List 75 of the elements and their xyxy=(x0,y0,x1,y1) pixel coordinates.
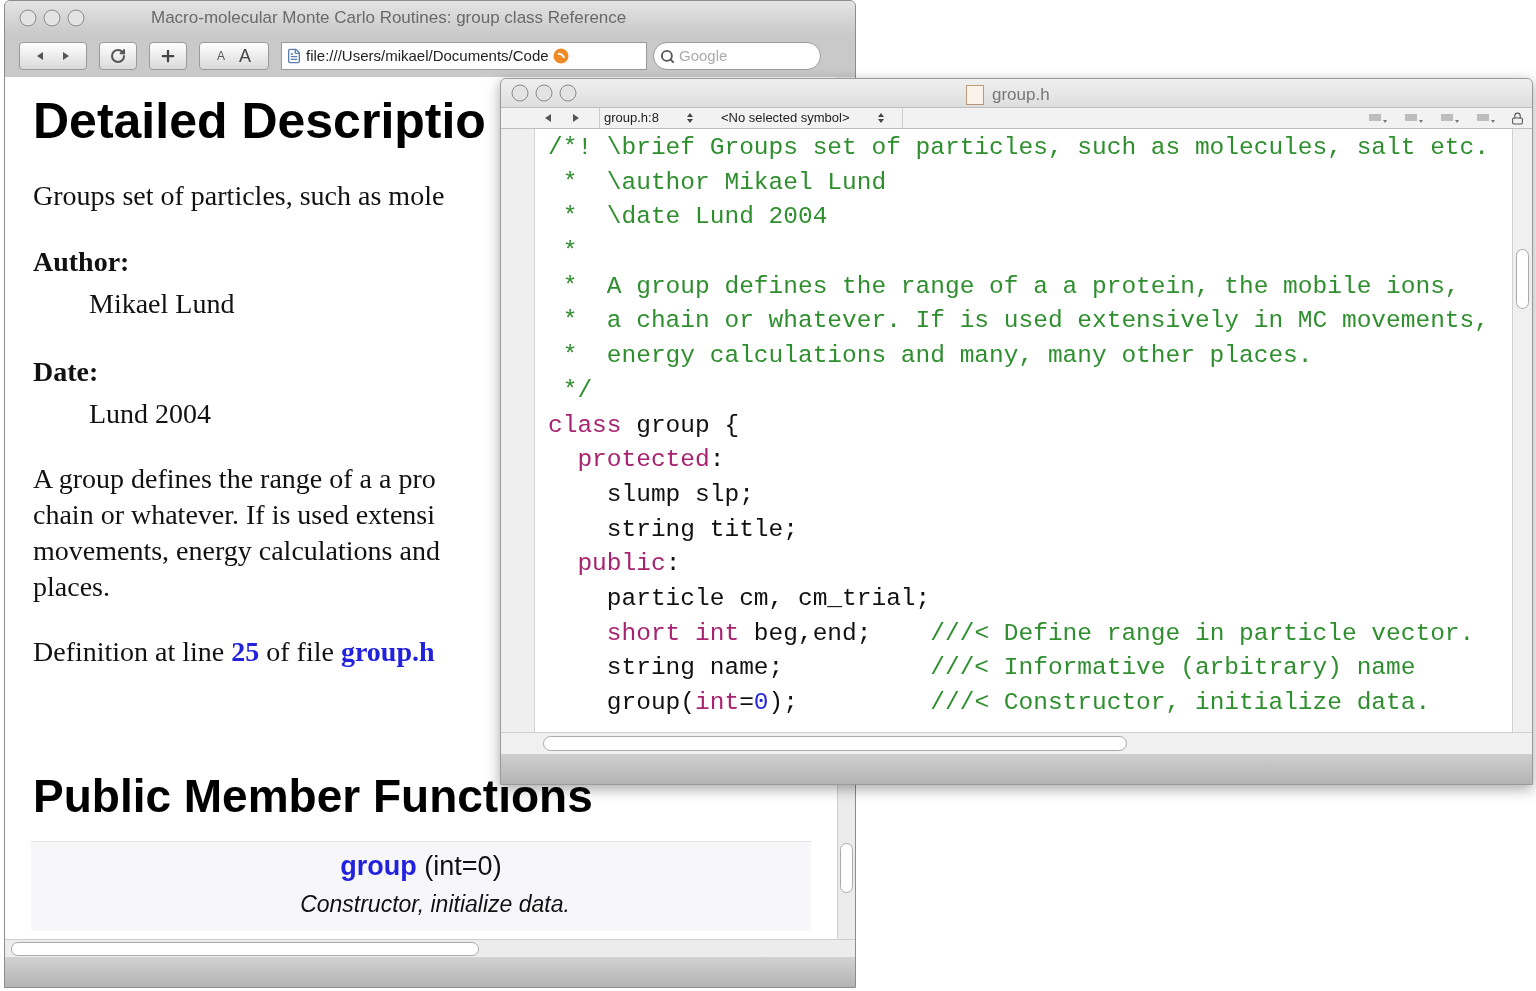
rss-icon[interactable] xyxy=(552,48,569,64)
member-link[interactable]: group xyxy=(340,851,417,881)
document-icon xyxy=(286,48,302,64)
text-bigger-button[interactable]: A xyxy=(239,42,251,70)
code-line: * A group defines the range of a a protein, the mobile ions, xyxy=(561,271,1460,302)
horizontal-scrollbar[interactable] xyxy=(501,732,1532,754)
add-bookmark-button[interactable] xyxy=(149,42,187,70)
line-link[interactable]: 25 xyxy=(231,636,260,667)
code-line: particle cm, cm_trial; xyxy=(605,583,931,614)
window-title: Macro-molecular Monte Carlo Routines: group class Reference xyxy=(151,7,627,30)
scroll-thumb[interactable] xyxy=(11,941,479,956)
summary-text: Groups set of particles, such as mole xyxy=(33,179,445,213)
window-control-icon[interactable] xyxy=(67,9,85,27)
code-line: slump slp; xyxy=(605,479,754,510)
code-line: class group { xyxy=(548,410,740,441)
paragraph-line: places. xyxy=(33,570,111,604)
date-label: Date: xyxy=(33,355,99,389)
code-line: /*! \brief Groups set of particles, such as molecules, salt etc. xyxy=(548,133,1489,163)
author-label: Author: xyxy=(33,245,130,279)
scroll-thumb[interactable] xyxy=(840,843,853,893)
reload-button[interactable] xyxy=(99,42,137,70)
date-value: Lund 2004 xyxy=(89,397,212,431)
code-line: public: xyxy=(576,549,681,580)
vertical-scrollbar[interactable] xyxy=(1512,129,1532,732)
horizontal-scrollbar[interactable] xyxy=(5,939,855,957)
popup-arrows-icon xyxy=(686,112,693,124)
code-line: string name; ///< Informative (arbitrary) name xyxy=(605,653,1416,684)
popup-arrows-icon xyxy=(877,112,884,124)
forward-icon[interactable] xyxy=(61,51,71,61)
member-description: Constructor, initialize data. xyxy=(300,889,570,919)
code-line: protected: xyxy=(576,445,725,476)
toolbar-menu-icon[interactable] xyxy=(1439,112,1461,124)
code-line: group(int=0); ///< Constructor, initialize data. xyxy=(605,688,1431,718)
code-line: string title; xyxy=(605,514,798,545)
toolbar-menu-icon[interactable] xyxy=(1403,112,1425,124)
file-popup[interactable]: group.h:8 xyxy=(599,108,693,128)
paragraph-line: A group defines the range of a a pro xyxy=(33,462,437,496)
code-line: short int beg,end; ///< Define range in particle vector. xyxy=(605,618,1475,649)
window-control-icon[interactable] xyxy=(535,84,553,102)
back-icon[interactable] xyxy=(543,113,553,123)
back-icon[interactable] xyxy=(35,51,45,61)
plus-icon xyxy=(159,47,177,65)
search-icon xyxy=(660,48,675,64)
window-control-icon[interactable] xyxy=(19,9,37,27)
paragraph-line: chain or whatever. If is used extensi xyxy=(33,498,436,532)
window-title: group.h xyxy=(992,84,1050,106)
text-size-control[interactable]: A A xyxy=(199,42,269,70)
text-smaller-button[interactable]: A xyxy=(217,47,225,65)
file-link[interactable]: group.h xyxy=(340,636,435,667)
back-forward-button[interactable] xyxy=(19,42,87,70)
scroll-thumb[interactable] xyxy=(1516,249,1529,309)
reload-icon xyxy=(110,48,126,64)
definition-text: Definition at line 25 of file group.h xyxy=(33,635,435,669)
section-heading: Detailed Descriptio xyxy=(33,92,486,151)
author-name: Mikael Lund xyxy=(89,287,235,321)
address-field[interactable]: file:///Users/mikael/Documents/Code xyxy=(281,42,647,70)
paragraph-line: movements, energy calculations and xyxy=(33,534,440,568)
window-control-icon[interactable] xyxy=(43,9,61,27)
toolbar-menu-icon[interactable] xyxy=(1367,112,1389,124)
section-heading: Public Member Functions xyxy=(33,773,593,819)
code-line: * \author Mikael Lund xyxy=(561,167,887,198)
code-line: * \date Lund 2004 xyxy=(561,202,828,233)
member-signature: group (int=0) xyxy=(340,850,502,883)
forward-icon[interactable] xyxy=(571,113,581,123)
symbol-popup[interactable]: <No selected symbol> xyxy=(710,108,884,128)
code-line: * a chain or whatever. If is used extensively in MC movements, xyxy=(561,306,1489,337)
window-control-icon[interactable] xyxy=(559,84,577,102)
lock-icon[interactable] xyxy=(1511,111,1524,125)
header-file-icon xyxy=(966,84,984,105)
code-line: * energy calculations and many, many other places. xyxy=(561,341,1313,372)
window-control-icon[interactable] xyxy=(511,84,529,102)
code-line: */ xyxy=(561,375,593,406)
scroll-thumb[interactable] xyxy=(543,736,1127,751)
toolbar-menu-icon[interactable] xyxy=(1475,112,1497,124)
code-line: * xyxy=(561,237,578,268)
